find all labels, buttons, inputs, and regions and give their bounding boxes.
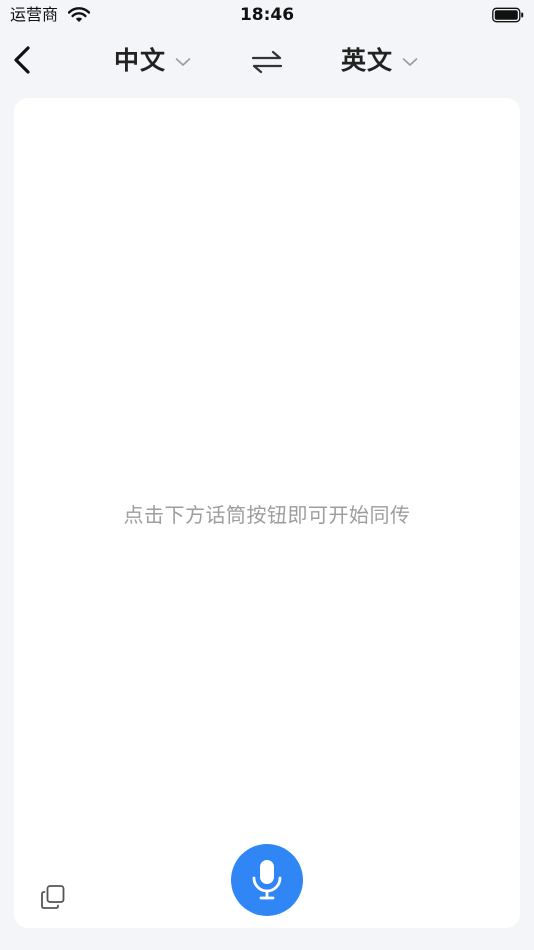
source-language-selector[interactable]: 中文: [114, 44, 191, 78]
microphone-icon: [252, 860, 282, 900]
target-language-label: 英文: [341, 46, 394, 75]
source-language-label: 中文: [114, 46, 167, 75]
target-language-selector[interactable]: 英文: [341, 44, 418, 78]
status-bar: 运营商 18:46: [0, 0, 534, 30]
copy-icon[interactable]: [40, 884, 66, 910]
empty-hint-text: 点击下方话筒按钮即可开始同传: [123, 503, 411, 527]
chevron-down-icon: [175, 58, 191, 66]
battery-icon: [492, 7, 524, 23]
clock: 18:46: [239, 5, 295, 25]
chevron-down-icon: [402, 58, 418, 66]
transcript-card: 点击下方话筒按钮即可开始同传: [14, 98, 520, 928]
swap-languages-icon[interactable]: [251, 50, 283, 74]
back-chevron-icon[interactable]: [10, 44, 36, 76]
microphone-button[interactable]: [231, 844, 303, 916]
nav-bar: 中文 英文: [0, 30, 534, 92]
